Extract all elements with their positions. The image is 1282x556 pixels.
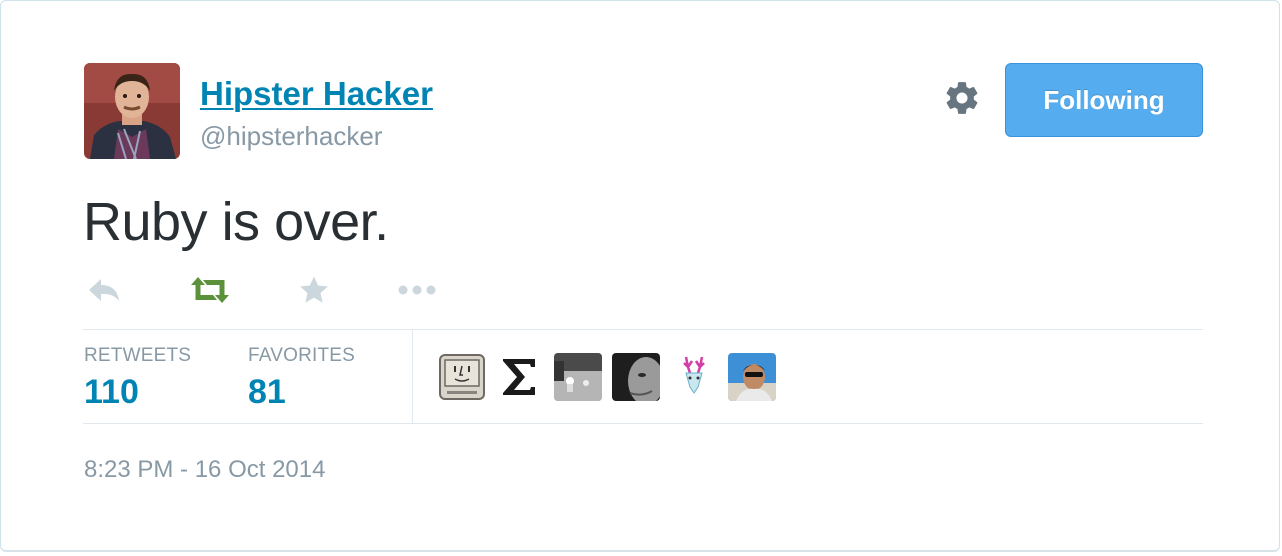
more-icon	[398, 285, 436, 295]
retweets-label: RETWEETS	[84, 345, 192, 366]
favorites-label: FAVORITES	[248, 345, 356, 366]
user-avatar-thumbnail[interactable]	[670, 353, 718, 401]
user-name-link[interactable]: Hipster Hacker	[200, 75, 433, 113]
divider-top	[83, 329, 1203, 330]
retweet-button[interactable]	[187, 273, 233, 312]
tweet-text: Ruby is over.	[83, 192, 389, 252]
retweet-icon	[191, 277, 229, 303]
tweet-card: Hipster Hacker @hipsterhacker Following …	[0, 0, 1280, 552]
gear-icon[interactable]	[943, 79, 981, 117]
user-avatar[interactable]	[84, 63, 180, 159]
user-avatar-thumbnail[interactable]	[728, 353, 776, 401]
retweets-count[interactable]: 110	[84, 373, 139, 412]
favorite-button[interactable]	[297, 273, 331, 312]
favorites-count[interactable]: 81	[248, 373, 286, 412]
following-button[interactable]: Following	[1005, 63, 1203, 137]
user-avatar-thumbnail[interactable]	[438, 353, 486, 401]
user-avatar-thumbnail[interactable]	[612, 353, 660, 401]
user-avatar-thumbnail[interactable]	[496, 353, 544, 401]
user-avatar-thumbnail[interactable]	[554, 353, 602, 401]
star-icon	[300, 276, 328, 303]
reply-icon	[89, 279, 119, 301]
divider-bottom	[83, 423, 1203, 424]
avatar-image	[84, 63, 180, 159]
user-handle[interactable]: @hipsterhacker	[200, 121, 382, 152]
reply-button[interactable]	[85, 273, 123, 312]
more-button[interactable]	[397, 273, 437, 312]
stats-divider	[412, 330, 413, 423]
tweet-timestamp[interactable]: 8:23 PM - 16 Oct 2014	[84, 456, 325, 484]
